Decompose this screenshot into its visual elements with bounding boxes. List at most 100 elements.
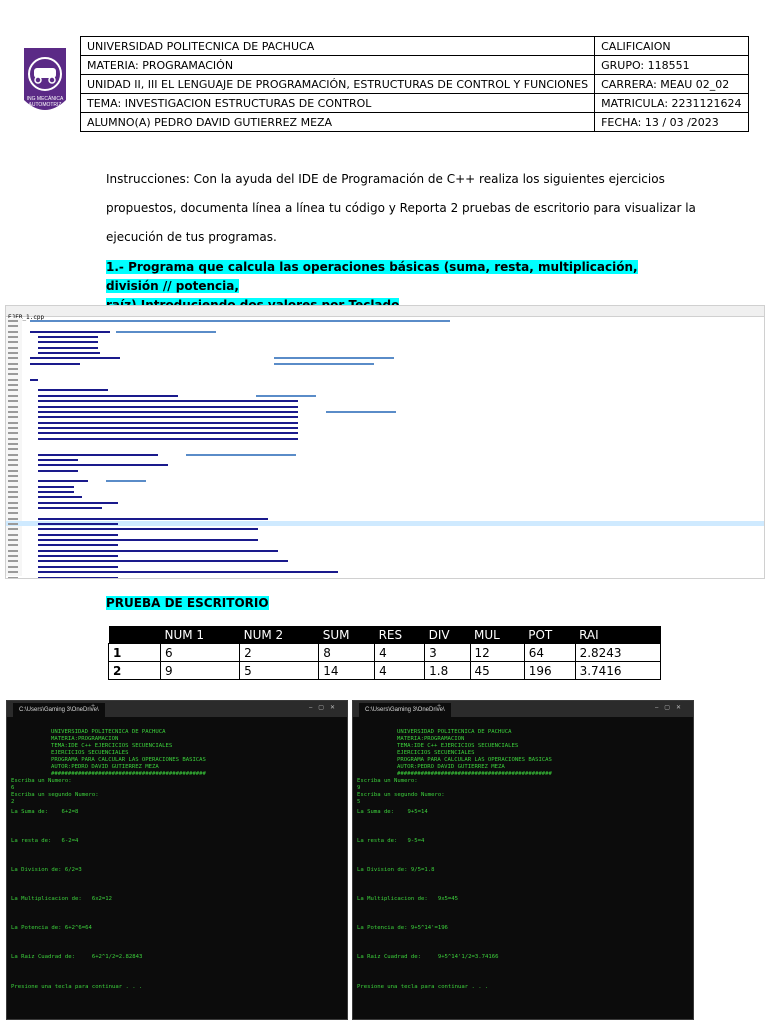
code-token <box>116 330 216 333</box>
code-token <box>326 410 396 413</box>
terminal-line: UNIVERSIDAD POLITECNICA DE PACHUCA <box>397 729 512 735</box>
code-token <box>30 320 450 322</box>
line-number <box>8 336 18 339</box>
terminal-line: Escriba un segundo Numero: <box>357 792 445 798</box>
line-number <box>8 496 18 499</box>
line-number <box>8 507 18 510</box>
code-token <box>38 352 100 355</box>
code-token <box>38 560 288 563</box>
table-cell: 64 <box>523 643 576 662</box>
terminal-line: La Division de: 6/2=3 <box>11 867 82 873</box>
code-token <box>38 416 298 419</box>
line-number <box>8 576 18 578</box>
code-token <box>256 394 316 397</box>
code-token <box>38 410 298 413</box>
line-number <box>8 512 18 515</box>
career: CARRERA: MEAU 02_02 <box>594 74 749 94</box>
task-heading-line-1: 1.- Programa que calcula las operaciones… <box>106 260 638 293</box>
terminal-line: La resta de: 6-2=4 <box>11 838 79 844</box>
table-cell: 4 <box>374 643 426 662</box>
code-token <box>38 421 298 424</box>
line-number <box>8 362 18 365</box>
line-number <box>8 437 18 440</box>
code-token <box>38 576 118 578</box>
table-cell: 1 <box>108 643 161 662</box>
line-number <box>8 571 18 574</box>
code-token <box>38 501 118 504</box>
line-number <box>8 533 18 536</box>
code-token <box>38 485 74 488</box>
terminal-line: EJERCICIOS SECUENCIALES <box>51 750 129 756</box>
code-token <box>38 341 98 344</box>
table-cell: 2.8243 <box>574 643 662 662</box>
terminal-line: La Multiplicacion de: 9x5=45 <box>357 896 459 902</box>
code-lines <box>6 318 764 578</box>
line-number <box>8 474 18 477</box>
new-tab-icon[interactable]: + <box>91 703 95 710</box>
code-token <box>38 336 98 339</box>
terminal-line: 6 <box>11 785 15 791</box>
university-name: UNIVERSIDAD POLITECNICA DE PACHUCA <box>79 36 596 56</box>
code-line <box>6 575 764 578</box>
line-number <box>8 400 18 403</box>
terminal-line: Escriba un Numero: <box>11 778 72 784</box>
line-number <box>8 384 18 387</box>
code-token <box>38 507 102 510</box>
terminal-line: AUTOR:PEDRO DAVID GUTIERREZ MEZA <box>51 764 159 770</box>
instructions-line-1: Instrucciones: Con la ayuda del IDE de P… <box>106 172 665 186</box>
university-logo: ING MECÁNICA AUTOMOTRIZ <box>24 48 66 110</box>
terminal-window-test-2: C:\Users\Gaming 3\OneDrive\ + –▢✕ UNIVER… <box>352 700 694 1020</box>
header-table: UNIVERSIDAD POLITECNICA DE PACHUCA CALIF… <box>79 36 749 132</box>
line-number <box>8 544 18 547</box>
terminal-line: MATERIA:PROGRAMACION <box>51 736 119 742</box>
line-number <box>8 555 18 558</box>
line-number <box>8 485 18 488</box>
column-header <box>108 626 161 644</box>
column-header: NUM 1 <box>160 626 240 644</box>
line-number <box>8 469 18 472</box>
terminal-line: EJERCICIOS SECUENCIALES <box>397 750 475 756</box>
code-token <box>38 453 158 456</box>
line-number <box>8 421 18 424</box>
code-token <box>38 464 168 467</box>
column-header: MUL <box>470 626 525 644</box>
line-number <box>8 453 18 456</box>
line-number <box>8 565 18 568</box>
student-id: MATRICULA: 2231121624 <box>594 93 749 113</box>
line-number <box>8 378 18 381</box>
line-number <box>8 405 18 408</box>
code-token <box>38 555 118 558</box>
svg-text:ING MECÁNICA: ING MECÁNICA <box>27 95 64 102</box>
new-tab-icon[interactable]: + <box>437 703 441 710</box>
code-token <box>274 357 394 360</box>
line-number <box>8 394 18 397</box>
window-controls[interactable]: –▢✕ <box>309 704 341 711</box>
instructions-line-3: ejecución de tus programas. <box>106 230 277 244</box>
code-token <box>38 523 118 526</box>
terminal-line: PROGRAMA PARA CALCULAR LAS OPERACIONES B… <box>397 757 552 763</box>
table-cell: 4 <box>374 661 426 680</box>
terminal-titlebar: C:\Users\Gaming 3\OneDrive\ + –▢✕ <box>7 701 347 717</box>
table-cell: 3.7416 <box>574 661 662 680</box>
subject: MATERIA: PROGRAMACIÓN <box>79 55 596 75</box>
terminal-line: TEMA:IDE C++ EJERCICIOS SECUENCIALES <box>51 743 173 749</box>
line-number <box>8 448 18 451</box>
terminal-line: TEMA:IDE C++ EJERCICIOS SECUENCIALES <box>397 743 519 749</box>
code-token <box>30 357 120 360</box>
terminal-line: Escriba un Numero: <box>357 778 418 784</box>
header-row: MATERIA: PROGRAMACIÓN GRUPO: 118551 <box>79 55 749 75</box>
code-token <box>30 378 38 381</box>
code-token <box>274 362 374 365</box>
line-number <box>8 432 18 435</box>
terminal-line: 5 <box>357 799 361 805</box>
line-number <box>8 416 18 419</box>
table-cell: 2 <box>108 661 161 680</box>
window-controls[interactable]: –▢✕ <box>655 704 687 711</box>
line-number <box>8 330 18 333</box>
table-cell: 45 <box>469 661 525 680</box>
terminal-line: ########################################… <box>51 771 206 777</box>
line-number <box>8 491 18 493</box>
date: FECHA: 13 / 03 /2023 <box>594 112 749 132</box>
code-token <box>38 539 258 542</box>
table-cell: 14 <box>318 661 376 680</box>
